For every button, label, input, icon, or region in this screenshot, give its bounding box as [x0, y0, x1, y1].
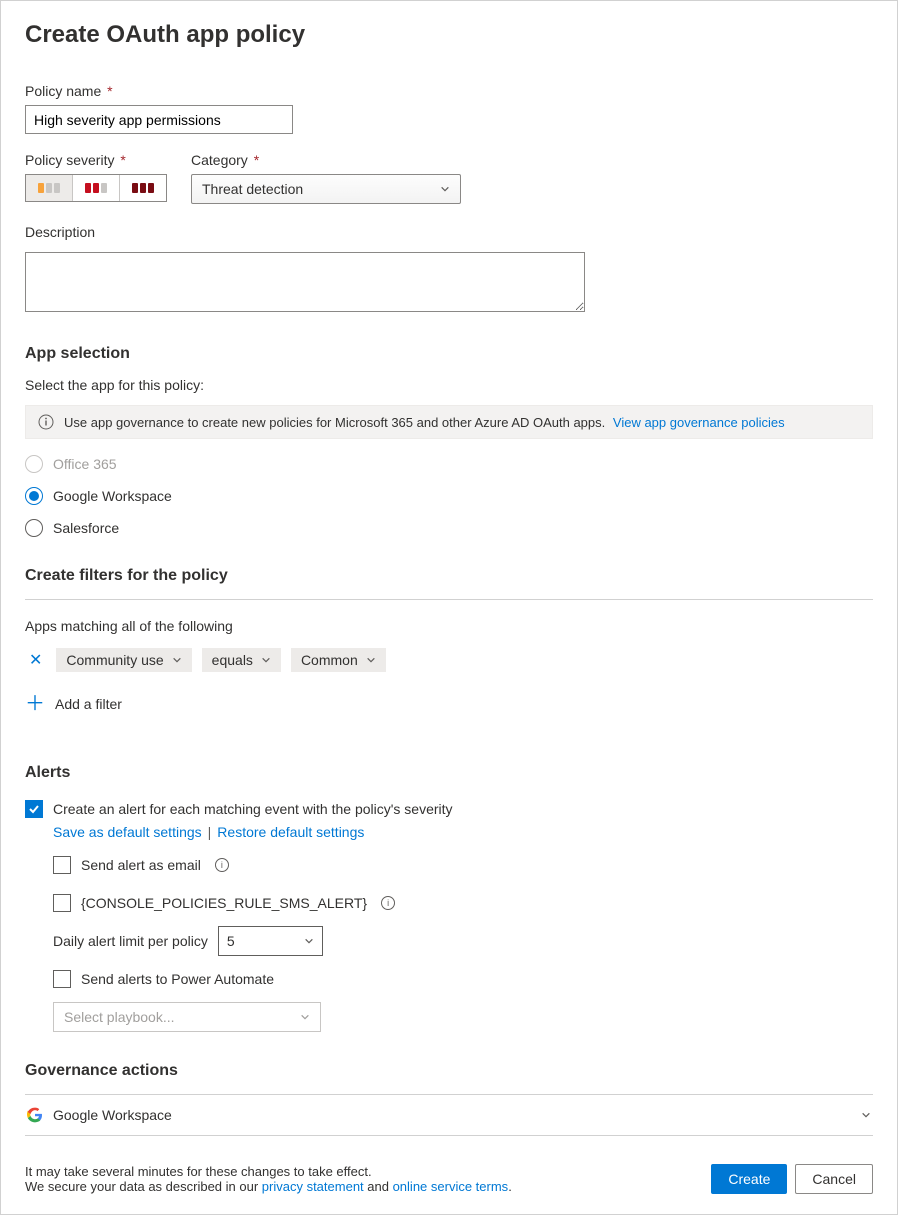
sms-alert-label: {CONSOLE_POLICIES_RULE_SMS_ALERT} [81, 895, 367, 911]
policy-severity-label: Policy severity * [25, 152, 167, 168]
filter-value-dropdown[interactable]: Common [291, 648, 386, 672]
info-bar: Use app governance to create new policie… [25, 405, 873, 439]
radio-google[interactable] [25, 487, 43, 505]
radio-salesforce-row[interactable]: Salesforce [25, 519, 873, 537]
send-email-label: Send alert as email [81, 857, 201, 873]
restore-defaults-link[interactable]: Restore default settings [217, 824, 364, 840]
radio-google-label: Google Workspace [53, 488, 172, 504]
create-alert-checkbox[interactable] [25, 800, 43, 818]
info-bar-text: Use app governance to create new policie… [64, 415, 605, 430]
radio-salesforce[interactable] [25, 519, 43, 537]
page-title: Create OAuth app policy [25, 21, 873, 49]
description-input[interactable] [25, 252, 585, 312]
daily-limit-label: Daily alert limit per policy [53, 933, 208, 949]
severity-group [25, 174, 167, 202]
save-defaults-link[interactable]: Save as default settings [53, 824, 202, 840]
remove-filter-icon[interactable]: ✕ [25, 650, 46, 670]
category-dropdown[interactable]: Threat detection [191, 174, 461, 204]
severity-high-button[interactable] [120, 175, 166, 201]
chevron-down-icon [861, 1110, 871, 1120]
info-icon [38, 414, 54, 430]
policy-name-input[interactable] [25, 105, 293, 134]
filters-matching-label: Apps matching all of the following [25, 618, 873, 634]
power-automate-checkbox[interactable] [53, 970, 71, 988]
severity-low-button[interactable] [26, 175, 73, 201]
check-icon [28, 803, 40, 815]
cancel-button[interactable]: Cancel [795, 1164, 873, 1194]
google-icon [27, 1107, 43, 1123]
add-filter-label: Add a filter [55, 696, 122, 712]
description-label: Description [25, 224, 873, 240]
chevron-down-icon [172, 655, 182, 665]
power-automate-label: Send alerts to Power Automate [81, 971, 274, 987]
filters-heading: Create filters for the policy [25, 567, 873, 585]
chevron-down-icon [366, 655, 376, 665]
info-icon[interactable]: i [215, 858, 229, 872]
radio-google-row[interactable]: Google Workspace [25, 487, 873, 505]
filter-field-dropdown[interactable]: Community use [56, 648, 191, 672]
filter-operator-dropdown[interactable]: equals [202, 648, 281, 672]
app-selection-heading: App selection [25, 345, 873, 363]
plus-icon: ＋ [25, 694, 45, 714]
send-email-checkbox[interactable] [53, 856, 71, 874]
info-icon[interactable]: i [381, 896, 395, 910]
daily-limit-value: 5 [227, 933, 235, 949]
chevron-down-icon [304, 936, 314, 946]
sms-alert-checkbox[interactable] [53, 894, 71, 912]
chevron-down-icon [261, 655, 271, 665]
policy-name-label: Policy name * [25, 83, 873, 99]
alerts-heading: Alerts [25, 764, 873, 782]
category-label: Category * [191, 152, 461, 168]
terms-link[interactable]: online service terms [393, 1179, 509, 1194]
severity-medium-button[interactable] [73, 175, 120, 201]
radio-office365-label: Office 365 [53, 456, 117, 472]
add-filter-button[interactable]: ＋ Add a filter [25, 694, 873, 714]
playbook-placeholder: Select playbook... [64, 1009, 175, 1025]
category-value: Threat detection [202, 181, 303, 197]
view-governance-link[interactable]: View app governance policies [613, 415, 785, 430]
radio-salesforce-label: Salesforce [53, 520, 119, 536]
create-alert-label: Create an alert for each matching event … [53, 801, 453, 817]
radio-office365-row: Office 365 [25, 455, 873, 473]
governance-heading: Governance actions [25, 1062, 873, 1080]
daily-limit-dropdown[interactable]: 5 [218, 926, 323, 956]
governance-google-row[interactable]: Google Workspace [25, 1095, 873, 1136]
chevron-down-icon [440, 184, 450, 194]
create-button[interactable]: Create [711, 1164, 787, 1194]
app-selection-subtext: Select the app for this policy: [25, 377, 873, 393]
privacy-link[interactable]: privacy statement [262, 1179, 364, 1194]
governance-item-label: Google Workspace [53, 1107, 172, 1123]
chevron-down-icon [300, 1012, 310, 1022]
footer-text: It may take several minutes for these ch… [25, 1164, 512, 1194]
playbook-dropdown[interactable]: Select playbook... [53, 1002, 321, 1032]
radio-office365 [25, 455, 43, 473]
